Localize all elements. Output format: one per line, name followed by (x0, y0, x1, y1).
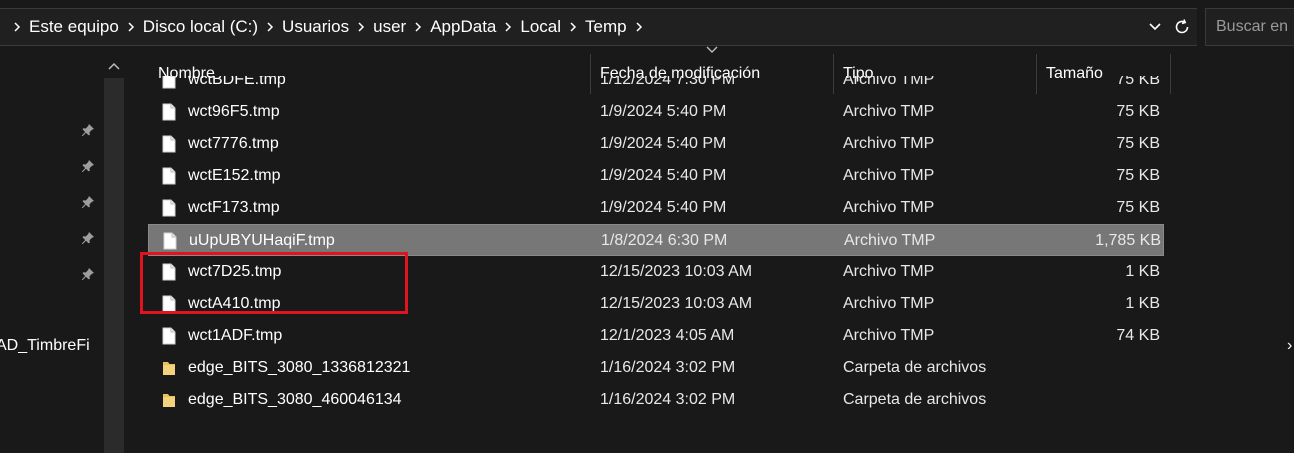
file-type: Archivo TMP (843, 263, 935, 280)
address-history-dropdown[interactable] (1143, 9, 1167, 45)
file-date: 1/9/2024 5:40 PM (600, 135, 727, 152)
file-date: 1/16/2024 3:02 PM (600, 359, 736, 376)
breadcrumb-chevron-icon[interactable] (562, 21, 584, 33)
file-type: Carpeta de archivos (843, 359, 987, 376)
refresh-button[interactable] (1170, 9, 1194, 45)
file-date: 1/8/2024 6:30 PM (601, 232, 728, 249)
file-size: 1 KB (1125, 295, 1160, 312)
breadcrumb-chevron-icon[interactable] (497, 21, 519, 33)
file-row[interactable]: wctBDFE.tmp 1/12/2024 7:30 PM Archivo TMP 7… (148, 76, 1164, 96)
file-type: Archivo TMP (844, 232, 936, 249)
chevron-down-icon (1149, 23, 1161, 31)
file-size (1038, 352, 1160, 384)
file-name: wctE152.tmp (188, 167, 281, 184)
file-row[interactable]: wctF173.tmp 1/9/2024 5:40 PM Archivo TMP 75… (148, 192, 1164, 224)
file-size: 75 KB (1116, 167, 1160, 184)
file-row[interactable]: wctE152.tmp 1/9/2024 5:40 PM Archivo TMP 75… (148, 160, 1164, 192)
file-row[interactable]: wct96F5.tmp 1/9/2024 5:40 PM Archivo TMP 75… (148, 96, 1164, 128)
nav-scroll-up-button[interactable] (104, 56, 124, 76)
breadcrumb-item[interactable]: user (372, 17, 407, 37)
pin-icon (78, 120, 98, 140)
file-name: edge_BITS_3080_460046134 (188, 391, 402, 408)
file-date: 1/12/2024 7:30 PM (600, 76, 736, 88)
file-icon (160, 192, 178, 224)
file-type: Carpeta de archivos (843, 391, 987, 408)
file-name: wctF173.tmp (188, 199, 280, 216)
file-type: Archivo TMP (843, 327, 935, 344)
chevron-up-icon (108, 62, 120, 70)
folder-icon (160, 352, 178, 384)
file-type: Archivo TMP (843, 167, 935, 184)
file-size: 75 KB (1116, 103, 1160, 120)
address-bar[interactable]: Este equipo Disco local (C:) Usuarios user A… (0, 8, 1197, 46)
file-date: 1/9/2024 5:40 PM (600, 167, 727, 184)
file-size: 75 KB (1116, 135, 1160, 152)
file-date: 1/9/2024 5:40 PM (600, 199, 727, 216)
file-date: 12/15/2023 10:03 AM (600, 295, 753, 312)
file-name: wctBDFE.tmp (188, 76, 286, 88)
breadcrumb-item[interactable]: Disco local (C:) (142, 17, 259, 37)
file-date: 1/9/2024 5:40 PM (600, 103, 727, 120)
refresh-icon (1175, 19, 1189, 34)
breadcrumb-item[interactable]: Usuarios (281, 17, 350, 37)
pin-icon (78, 264, 98, 284)
file-icon (160, 128, 178, 160)
file-size: 75 KB (1116, 76, 1160, 88)
file-type: Archivo TMP (843, 76, 935, 88)
file-name: wct7776.tmp (188, 135, 279, 152)
breadcrumb-chevron-icon[interactable] (407, 21, 429, 33)
file-icon (160, 96, 178, 128)
file-size: 74 KB (1116, 327, 1160, 344)
breadcrumb-item[interactable]: Este equipo (28, 17, 120, 37)
file-size (1038, 384, 1160, 416)
file-date: 1/16/2024 3:02 PM (600, 391, 736, 408)
file-icon (160, 160, 178, 192)
file-type: Archivo TMP (843, 199, 935, 216)
file-name: wct96F5.tmp (188, 103, 280, 120)
file-date: 12/1/2023 4:05 AM (600, 327, 735, 344)
pin-icon (78, 192, 98, 212)
search-input[interactable] (1205, 8, 1294, 46)
details-pane-edge: › (1287, 337, 1293, 354)
breadcrumb-item[interactable]: Local (519, 17, 562, 37)
file-icon (160, 76, 178, 96)
nav-scrollbar[interactable] (104, 78, 124, 453)
breadcrumb-chevron-icon[interactable] (120, 21, 142, 33)
breadcrumb-item[interactable]: Temp (584, 17, 628, 37)
file-name: wct1ADF.tmp (188, 327, 283, 344)
pin-icon (78, 228, 98, 248)
file-type: Archivo TMP (843, 103, 935, 120)
pin-icon (78, 156, 98, 176)
file-icon (160, 320, 178, 352)
file-size: 1 KB (1125, 263, 1160, 280)
nav-item-truncated[interactable]: AD_TimbreFi (0, 337, 104, 355)
file-type: Archivo TMP (843, 135, 935, 152)
highlight-annotation-box (140, 252, 408, 314)
folder-icon (160, 384, 178, 416)
file-row[interactable]: edge_BITS_3080_1336812321 1/16/2024 3:02 … (148, 352, 1164, 384)
breadcrumb-chevron-icon[interactable] (6, 21, 28, 33)
file-row[interactable]: edge_BITS_3080_460046134 1/16/2024 3:02 P… (148, 384, 1164, 416)
file-size: 75 KB (1116, 199, 1160, 216)
breadcrumb: Este equipo Disco local (C:) Usuarios user A… (6, 9, 650, 45)
file-row[interactable]: wct7776.tmp 1/9/2024 5:40 PM Archivo TMP 75… (148, 128, 1164, 160)
file-row[interactable]: wct1ADF.tmp 12/1/2023 4:05 AM Archivo TMP 7… (148, 320, 1164, 352)
breadcrumb-chevron-icon[interactable] (628, 21, 650, 33)
breadcrumb-chevron-icon[interactable] (259, 21, 281, 33)
file-type: Archivo TMP (843, 295, 935, 312)
file-name: edge_BITS_3080_1336812321 (188, 359, 411, 376)
file-date: 12/15/2023 10:03 AM (600, 263, 753, 280)
breadcrumb-item[interactable]: AppData (429, 17, 497, 37)
breadcrumb-chevron-icon[interactable] (350, 21, 372, 33)
file-size: 1,785 KB (1095, 232, 1161, 249)
